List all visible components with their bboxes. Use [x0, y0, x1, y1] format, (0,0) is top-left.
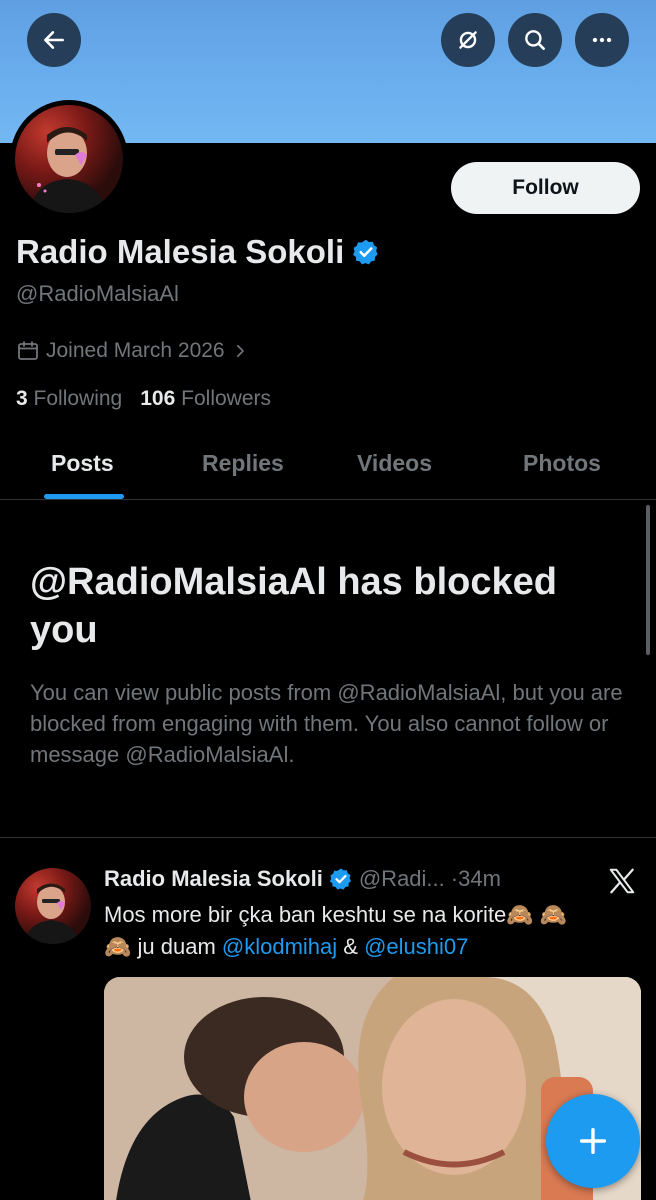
post-avatar[interactable]	[15, 868, 91, 944]
plus-icon	[579, 1127, 607, 1155]
more-icon	[592, 37, 612, 43]
following-link[interactable]: 3 Following	[16, 387, 122, 411]
blocked-description: You can view public posts from @RadioMal…	[30, 680, 623, 767]
back-button[interactable]	[27, 13, 81, 67]
post-time[interactable]: ·34m	[451, 866, 501, 892]
more-button[interactable]	[575, 13, 629, 67]
active-tab-indicator	[44, 494, 124, 499]
post-text-part: ju duam	[131, 934, 222, 959]
hide-reposts-icon	[459, 31, 477, 49]
post-handle[interactable]: @Radi...	[359, 866, 445, 892]
follow-stats: 3 Following 106 Followers	[16, 387, 271, 411]
profile-display-name: Radio Malesia Sokoli	[16, 233, 380, 271]
followers-link[interactable]: 106 Followers	[140, 387, 271, 411]
blocked-title: @RadioMalsiaAl has blocked you	[30, 561, 557, 651]
profile-avatar[interactable]	[10, 100, 128, 218]
see-no-evil-monkey-icon: 🙈	[506, 902, 534, 927]
calendar-icon	[18, 341, 38, 360]
avatar-photo	[15, 105, 123, 213]
search-button[interactable]	[508, 13, 562, 67]
profile-tabs: Posts Replies Videos Photos	[0, 438, 656, 500]
arrow-left-icon	[44, 31, 64, 49]
tab-posts[interactable]: Posts	[51, 450, 114, 477]
x-logo-icon[interactable]	[607, 866, 637, 896]
tab-photos[interactable]: Photos	[523, 450, 601, 477]
scrollbar[interactable]	[646, 505, 650, 655]
verified-badge-icon[interactable]	[352, 238, 380, 266]
tab-videos[interactable]: Videos	[357, 450, 432, 477]
follow-button[interactable]: Follow	[451, 162, 640, 214]
see-no-evil-monkey-icon: 🙈	[104, 934, 132, 959]
followers-count: 106	[140, 387, 176, 410]
chevron-right-icon	[236, 344, 244, 358]
compose-post-button[interactable]	[546, 1094, 640, 1188]
verified-badge-icon	[329, 868, 351, 890]
tab-replies[interactable]: Replies	[202, 450, 284, 477]
search-icon	[525, 30, 545, 50]
post-text-part: Mos more bir çka ban keshtu se na korite	[104, 902, 507, 927]
post-author[interactable]: Radio Malesia Sokoli	[104, 866, 323, 892]
profile-handle: @RadioMalsiaAl	[16, 281, 179, 306]
hide-reposts-button[interactable]	[441, 13, 495, 67]
display-name-text: Radio Malesia Sokoli	[16, 233, 345, 270]
following-label: Following	[33, 387, 123, 410]
mention-link[interactable]: @elushi07	[364, 934, 468, 959]
following-count: 3	[16, 387, 28, 410]
followers-label: Followers	[181, 387, 271, 410]
joined-text: Joined March 2026	[46, 339, 225, 362]
joined-date[interactable]: Joined March 2026	[16, 339, 249, 363]
post-text-part: &	[337, 934, 365, 959]
post-text: Mos more bir çka ban keshtu se na korite…	[104, 899, 644, 963]
see-no-evil-monkey-icon: 🙈	[539, 902, 568, 927]
divider	[0, 837, 656, 838]
mention-link[interactable]: @klodmihaj	[222, 934, 337, 959]
post-header: Radio Malesia Sokoli @Radi... ·34m	[104, 866, 501, 892]
